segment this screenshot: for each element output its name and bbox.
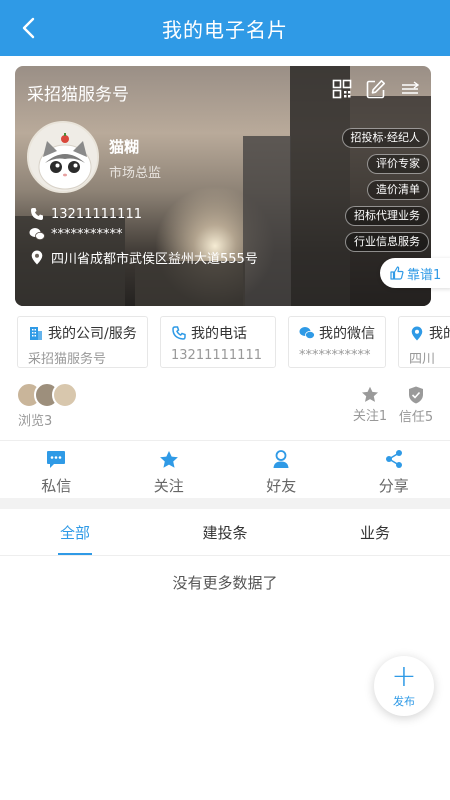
screen: 我的电子名片 采招猫服务号 猫糊 市场总监 13211111111 ******…: [0, 0, 450, 800]
card-address-line[interactable]: 四川省成都市武侯区益州大道555号: [29, 248, 258, 267]
card-tag: 招投标·经纪人: [341, 128, 429, 148]
location-icon: [29, 250, 45, 266]
menu-button[interactable]: [399, 78, 421, 100]
card-role: 市场总监: [109, 166, 162, 181]
message-button[interactable]: 私信: [0, 443, 113, 497]
kaopu-label: 靠谱1: [407, 267, 442, 283]
card-phone: 13211111111: [51, 206, 142, 222]
tab-bar: 全部 建投条 业务: [0, 510, 450, 556]
card-tag: 行业信息服务: [345, 232, 429, 252]
building-icon: [28, 325, 44, 341]
contact-address-value: 四川: [409, 352, 436, 367]
contact-company-value: 采招猫服务号: [28, 352, 107, 367]
edit-icon: [366, 80, 385, 99]
kaopu-button[interactable]: 靠谱1: [380, 258, 450, 288]
empty-state-text: 没有更多数据了: [172, 574, 278, 592]
wechat-icon: [299, 325, 315, 341]
tab-jiantoutiao-label: 建投条: [202, 524, 248, 542]
person-icon: [272, 447, 290, 471]
phone-icon: [171, 325, 187, 341]
contact-boxes: 我的公司/服务 采招猫服务号 我的电话 13211111111 我的微信 ***…: [17, 316, 450, 370]
edit-button[interactable]: [365, 78, 387, 100]
card-tools: [331, 78, 421, 100]
views-count[interactable]: 浏览3: [18, 410, 52, 429]
tab-all-label: 全部: [59, 524, 90, 542]
thumbs-up-icon: [390, 266, 404, 280]
card-tag: 评价专家: [367, 154, 429, 174]
card-tags: 招投标·经纪人 评价专家 造价清单 招标代理业务 行业信息服务: [341, 128, 429, 252]
contact-phone-label: 我的电话: [191, 326, 247, 342]
phone-icon: [29, 206, 45, 222]
contact-phone[interactable]: 我的电话 13211111111: [160, 316, 276, 368]
contact-address[interactable]: 我的地址 四川: [398, 316, 450, 368]
card-tag: 造价清单: [367, 180, 429, 200]
location-icon: [409, 325, 425, 341]
section-gap: [0, 498, 450, 509]
divider: [0, 440, 450, 441]
contact-wechat-value: ***********: [299, 348, 371, 363]
follow-count: 关注1: [352, 409, 388, 424]
trust-stat[interactable]: 信任5: [396, 386, 436, 425]
message-icon: [46, 447, 66, 471]
friend-label: 好友: [266, 477, 297, 495]
publish-label: 发布: [393, 695, 415, 708]
contact-wechat-label: 我的微信: [319, 326, 375, 342]
follow-label: 关注: [153, 477, 184, 495]
contact-company[interactable]: 我的公司/服务 采招猫服务号: [17, 316, 148, 368]
card-phone-line[interactable]: 13211111111: [29, 206, 142, 222]
contact-wechat[interactable]: 我的微信 ***********: [288, 316, 386, 368]
tab-all[interactable]: 全部: [0, 510, 150, 555]
follow-stat[interactable]: 关注1: [350, 386, 390, 424]
card-company: 采招猫服务号: [27, 85, 129, 105]
cat-avatar-image: [29, 123, 97, 191]
action-bar: 私信 关注 好友 分享: [0, 443, 450, 497]
star-icon: [362, 386, 378, 402]
tab-jiantoutiao[interactable]: 建投条: [150, 510, 300, 555]
viewer-avatars[interactable]: [16, 382, 78, 408]
contact-phone-value: 13211111111: [171, 348, 262, 363]
trust-count: 信任5: [398, 410, 434, 425]
avatar[interactable]: [27, 121, 99, 193]
tab-business-label: 业务: [359, 524, 390, 542]
business-card: 采招猫服务号 猫糊 市场总监 13211111111 *********** 四…: [15, 66, 431, 306]
back-button[interactable]: [10, 10, 46, 46]
share-icon: [384, 447, 404, 471]
share-label: 分享: [378, 477, 409, 495]
page-title: 我的电子名片: [162, 17, 288, 42]
chevron-left-icon: [22, 17, 35, 39]
card-address: 四川省成都市武侯区益州大道555号: [51, 252, 258, 267]
publish-button[interactable]: + 发布: [374, 656, 434, 716]
shield-check-icon: [409, 386, 423, 404]
card-name: 猫糊: [109, 138, 140, 156]
tab-active-indicator: [58, 553, 92, 555]
card-wechat: ***********: [51, 226, 123, 242]
tab-business[interactable]: 业务: [300, 510, 450, 555]
card-wechat-line[interactable]: ***********: [29, 226, 123, 242]
qr-code-icon: [332, 79, 352, 99]
menu-icon: [402, 81, 420, 94]
share-button[interactable]: 分享: [338, 443, 450, 497]
contact-company-label: 我的公司/服务: [48, 326, 137, 342]
contact-address-label: 我的地址: [429, 326, 450, 342]
header-bar: 我的电子名片: [0, 0, 450, 56]
wechat-icon: [29, 226, 45, 242]
qr-code-button[interactable]: [331, 78, 353, 100]
message-label: 私信: [41, 477, 72, 495]
card-tag: 招标代理业务: [345, 206, 429, 226]
friend-button[interactable]: 好友: [225, 443, 338, 497]
follow-button[interactable]: 关注: [113, 443, 226, 497]
viewer-avatar: [52, 382, 78, 408]
star-icon: [159, 447, 179, 471]
plus-icon: +: [391, 659, 417, 694]
